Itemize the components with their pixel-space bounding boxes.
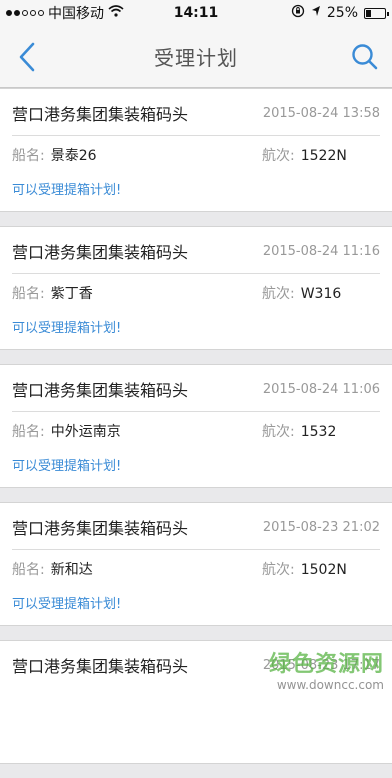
list-item[interactable]: 营口港务集团集装箱码头 2015-08-24 11:16 船名: 紫丁香 航次: W… (0, 226, 392, 350)
search-button[interactable] (350, 42, 380, 72)
status-text: 可以受理提箱计划! (12, 183, 122, 198)
plan-list: 营口港务集团集装箱码头 2015-08-24 13:58 船名: 景泰26 航次:… (0, 88, 392, 778)
carrier-name: 中国移动 (48, 6, 104, 22)
rotation-lock-icon (291, 4, 305, 22)
list-item[interactable]: 营口港务集团集装箱码头 2015-08-24 13:58 船名: 景泰26 航次:… (0, 88, 392, 212)
timestamp: 2015-08-24 11:16 (262, 243, 380, 259)
timestamp: 2015-08-23 17:17 (262, 657, 380, 673)
navigation-bar: 受理计划 (0, 26, 392, 88)
terminal-name: 营口港务集团集装箱码头 (12, 657, 189, 676)
list-item[interactable]: 营口港务集团集装箱码头 2015-08-23 17:17 (0, 640, 392, 764)
ship-label: 船名: (12, 562, 45, 578)
terminal-name: 营口港务集团集装箱码头 (12, 243, 189, 262)
timestamp: 2015-08-23 21:02 (262, 519, 380, 535)
list-item[interactable]: 营口港务集团集装箱码头 2015-08-23 21:02 船名: 新和达 航次: 1… (0, 502, 392, 626)
ship-name: 中外运南京 (50, 424, 121, 440)
ship-label: 船名: (12, 286, 45, 302)
signal-strength-icon (6, 10, 44, 16)
list-item[interactable]: 营口港务集团集装箱码头 2015-08-24 11:06 船名: 中外运南京 航次… (0, 364, 392, 488)
search-icon (352, 44, 378, 70)
voyage-label: 航次: (262, 562, 295, 578)
divider (12, 273, 380, 274)
status-text: 可以受理提箱计划! (12, 597, 122, 612)
status-text: 可以受理提箱计划! (12, 459, 122, 474)
ship-name: 新和达 (50, 562, 93, 578)
voyage-number: 1532 (300, 424, 337, 440)
status-bar: 中国移动 14:11 25% (0, 0, 392, 26)
timestamp: 2015-08-24 11:06 (262, 381, 380, 397)
ship-label: 船名: (12, 424, 45, 440)
ship-name: 景泰26 (50, 148, 97, 164)
ship-label: 船名: (12, 148, 45, 164)
wifi-icon (108, 5, 124, 21)
voyage-number: 1502N (300, 562, 347, 578)
timestamp: 2015-08-24 13:58 (262, 105, 380, 121)
divider (12, 411, 380, 412)
terminal-name: 营口港务集团集装箱码头 (12, 381, 189, 400)
location-icon (311, 5, 321, 21)
back-button[interactable] (14, 40, 44, 74)
ship-name: 紫丁香 (50, 286, 93, 302)
voyage-number: W316 (300, 286, 342, 302)
terminal-name: 营口港务集团集装箱码头 (12, 105, 189, 124)
voyage-label: 航次: (262, 424, 295, 440)
divider (12, 135, 380, 136)
battery-icon (364, 7, 389, 19)
voyage-label: 航次: (262, 148, 295, 164)
voyage-number: 1522N (300, 148, 347, 164)
page-title: 受理计划 (154, 46, 238, 70)
chevron-left-icon (19, 42, 35, 72)
terminal-name: 营口港务集团集装箱码头 (12, 519, 189, 538)
voyage-label: 航次: (262, 286, 295, 302)
divider (12, 549, 380, 550)
status-text: 可以受理提箱计划! (12, 321, 122, 336)
battery-percent: 25% (326, 5, 358, 21)
